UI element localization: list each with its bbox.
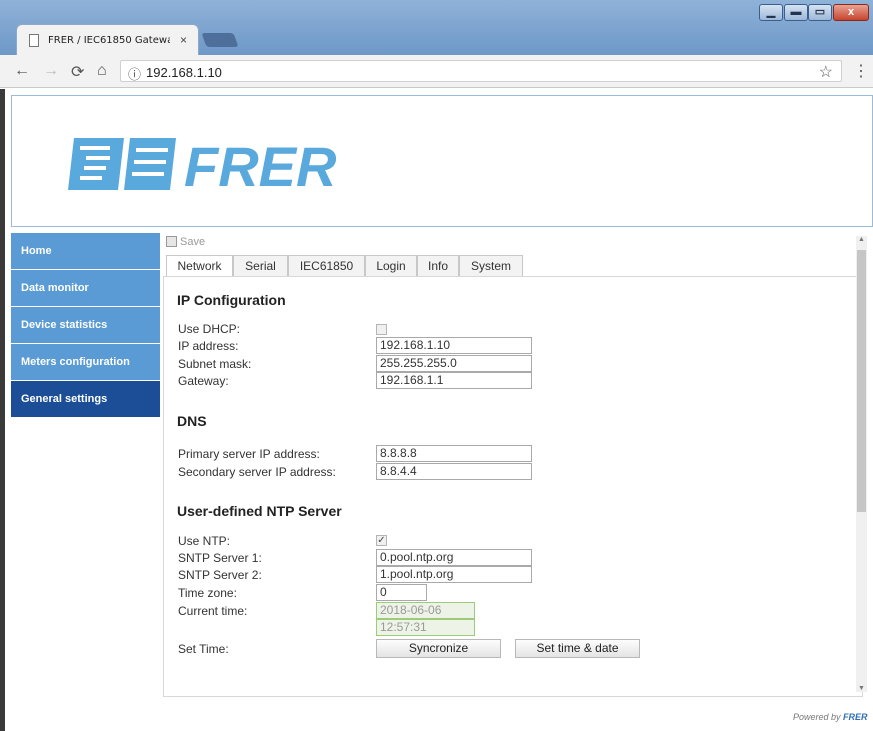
settings-content: Save Network Serial IEC61850 Login Info … (160, 232, 867, 702)
subnet-mask-label: Subnet mask: (178, 357, 252, 371)
save-button[interactable]: Save (166, 236, 205, 248)
sntp-server-1-field[interactable]: 0.pool.ntp.org (376, 549, 532, 566)
synchronize-button[interactable]: Syncronize (376, 639, 501, 658)
tab-serial[interactable]: Serial (233, 255, 288, 276)
sidebar-item-meters-configuration[interactable]: Meters configuration (11, 344, 160, 381)
info-icon[interactable]: ⓘ (128, 64, 141, 83)
reload-icon[interactable]: ⟳ (71, 62, 84, 82)
forward-icon[interactable]: → (43, 62, 59, 80)
browser-window: FRER / IEC61850 Gateway × ▁ ▬ ▭ x ← → ⟳ … (0, 0, 873, 731)
menu-icon[interactable]: ⋮ (853, 61, 869, 81)
sntp-server-2-field[interactable]: 1.pool.ntp.org (376, 566, 532, 583)
tab-info[interactable]: Info (417, 255, 459, 276)
time-zone-label: Time zone: (178, 586, 237, 600)
home-icon[interactable]: ⌂ (97, 62, 107, 80)
scroll-thumb[interactable] (857, 250, 866, 512)
logo-text: FRER (184, 136, 337, 192)
powered-by: Powered by FRER (793, 712, 868, 722)
ip-address-field[interactable]: 192.168.1.10 (376, 337, 532, 354)
sidebar-item-data-monitor[interactable]: Data monitor (11, 270, 160, 307)
set-time-label: Set Time: (178, 642, 229, 656)
current-date-field[interactable]: 2018-06-06 (376, 602, 475, 619)
powered-by-label: Powered by (793, 712, 841, 722)
secondary-dns-field[interactable]: 8.8.4.4 (376, 463, 532, 480)
browser-toolbar: ← → ⟳ ⌂ ⓘ 192.168.1.10 ☆ ⋮ (0, 55, 873, 88)
close-window-button[interactable]: x (833, 4, 869, 21)
use-dhcp-label: Use DHCP: (178, 322, 241, 336)
current-time-label: Current time: (178, 604, 248, 618)
new-tab-button[interactable] (201, 33, 239, 47)
dns-heading: DNS (177, 413, 207, 429)
sidebar-item-device-statistics[interactable]: Device statistics (11, 307, 160, 344)
secondary-dns-label: Secondary server IP address: (178, 465, 336, 479)
network-panel: IP Configuration Use DHCP: IP address: 1… (163, 276, 863, 697)
tab-system[interactable]: System (459, 255, 523, 276)
tab-login[interactable]: Login (365, 255, 417, 276)
sntp-server-2-label: SNTP Server 2: (178, 568, 262, 582)
sidebar-item-general-settings[interactable]: General settings (11, 381, 160, 418)
title-bar: FRER / IEC61850 Gateway × ▁ ▬ ▭ x (0, 0, 873, 56)
browser-tab[interactable]: FRER / IEC61850 Gateway × (16, 24, 199, 56)
back-icon[interactable]: ← (14, 62, 30, 80)
page: FRER Home Data monitor Device statistics… (0, 89, 873, 731)
subnet-mask-field[interactable]: 255.255.255.0 (376, 355, 532, 372)
header-banner: FRER (11, 95, 873, 227)
time-zone-field[interactable]: 0 (376, 584, 427, 601)
gateway-field[interactable]: 192.168.1.1 (376, 372, 532, 389)
gateway-label: Gateway: (178, 374, 229, 388)
restore-button[interactable]: ▬ (784, 4, 808, 21)
primary-dns-label: Primary server IP address: (178, 447, 320, 461)
primary-dns-field[interactable]: 8.8.8.8 (376, 445, 532, 462)
current-time-field[interactable]: 12:57:31 (376, 619, 475, 636)
tab-close-icon[interactable]: × (180, 33, 187, 47)
sntp-server-1-label: SNTP Server 1: (178, 551, 262, 565)
sidebar-item-home[interactable]: Home (11, 233, 160, 270)
tab-network[interactable]: Network (166, 255, 233, 277)
powered-by-brand: FRER (843, 712, 868, 722)
maximize-button[interactable]: ▭ (808, 4, 832, 21)
use-ntp-checkbox[interactable]: ✓ (376, 535, 387, 546)
frer-logo: FRER (66, 136, 356, 192)
url-text[interactable]: 192.168.1.10 (146, 65, 222, 80)
scroll-down-icon[interactable]: ▼ (856, 685, 867, 692)
save-label: Save (180, 236, 206, 248)
content-scrollbar[interactable]: ▲ ▼ (856, 236, 867, 692)
use-dhcp-checkbox[interactable] (376, 324, 387, 335)
page-icon (29, 34, 39, 47)
set-time-date-button[interactable]: Set time & date (515, 639, 640, 658)
tab-title: FRER / IEC61850 Gateway (48, 35, 170, 46)
bookmark-star-icon[interactable]: ☆ (819, 62, 833, 82)
minimize-button[interactable]: ▁ (759, 4, 783, 21)
use-ntp-label: Use NTP: (178, 534, 231, 548)
sidebar-menu: Home Data monitor Device statistics Mete… (11, 233, 160, 418)
ip-address-label: IP address: (178, 339, 239, 353)
address-bar[interactable]: ⓘ 192.168.1.10 ☆ (120, 60, 842, 82)
ip-config-heading: IP Configuration (177, 292, 286, 308)
scroll-up-icon[interactable]: ▲ (856, 236, 867, 243)
save-disk-icon (166, 236, 177, 247)
ntp-heading: User-defined NTP Server (177, 503, 342, 519)
tab-iec61850[interactable]: IEC61850 (288, 255, 365, 276)
